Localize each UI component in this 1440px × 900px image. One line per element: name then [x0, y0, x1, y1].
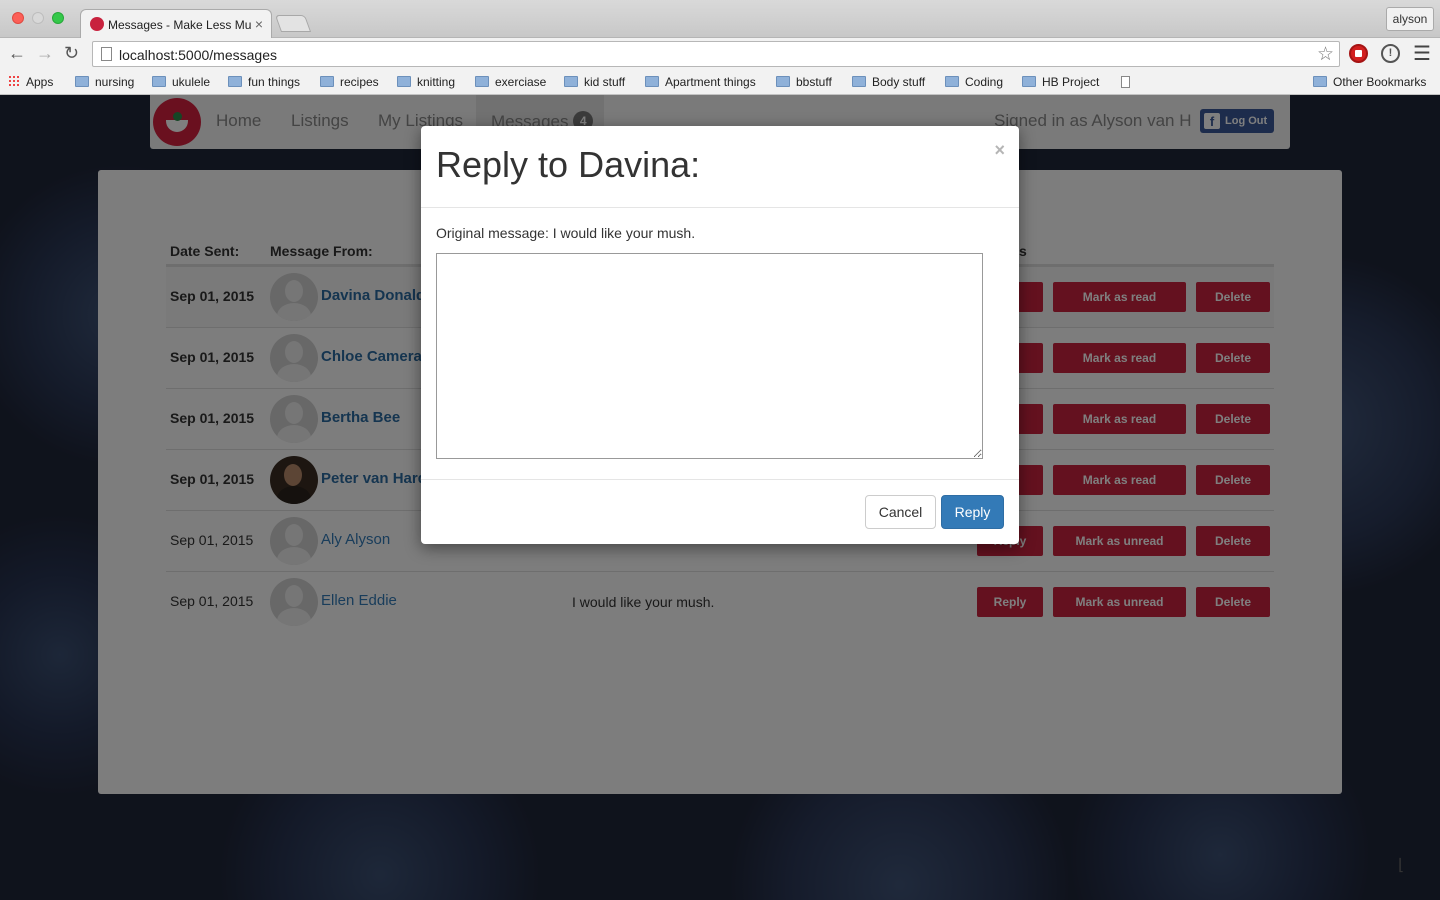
bookmark-label: knitting [417, 75, 456, 89]
other-bookmarks[interactable]: Other Bookmarks [1313, 75, 1426, 89]
bookmark-label: Other Bookmarks [1333, 75, 1427, 89]
extension-stop-icon[interactable] [1349, 44, 1368, 63]
bookmark-page[interactable] [1121, 75, 1130, 89]
bookmarks-bar: Apps nursing ukulele fun things recipes … [0, 70, 1440, 95]
browser-menu-icon[interactable]: ☰ [1413, 41, 1431, 66]
favicon-icon [90, 17, 104, 31]
bookmark-label: HB Project [1042, 75, 1100, 89]
bookmark-apps[interactable]: Apps [8, 75, 53, 89]
bookmark-star-icon[interactable]: ☆ [1317, 43, 1334, 66]
bookmark-label: kid stuff [584, 75, 626, 89]
bookmark-folder[interactable]: Body stuff [852, 75, 925, 89]
bookmark-folder[interactable]: exerciase [475, 75, 546, 89]
folder-icon [75, 76, 89, 87]
folder-icon [228, 76, 242, 87]
close-window-button[interactable] [12, 12, 24, 24]
reply-modal: Reply to Davina: × Original message: I w… [421, 126, 1019, 544]
url-text[interactable]: localhost:5000/messages [119, 47, 277, 63]
submit-reply-button[interactable]: Reply [941, 495, 1004, 529]
folder-icon [776, 76, 790, 87]
tab-title: Messages - Make Less Mu [108, 18, 252, 32]
bookmark-folder[interactable]: fun things [228, 75, 300, 89]
bookmark-label: Coding [965, 75, 1004, 89]
bookmark-label: nursing [95, 75, 135, 89]
bookmark-label: ukulele [172, 75, 211, 89]
maximize-window-button[interactable] [52, 12, 64, 24]
folder-icon [645, 76, 659, 87]
forward-arrow-icon[interactable]: → [36, 43, 54, 63]
address-bar[interactable]: localhost:5000/messages ☆ [92, 41, 1340, 67]
bookmark-folder[interactable]: knitting [397, 75, 455, 89]
modal-divider [421, 207, 1019, 208]
folder-icon [1313, 76, 1327, 87]
bookmark-folder[interactable]: kid stuff [564, 75, 625, 89]
bookmark-label: bbstuff [796, 75, 832, 89]
folder-icon [320, 76, 334, 87]
new-tab-button[interactable] [274, 15, 312, 32]
folder-icon [852, 76, 866, 87]
folder-icon [564, 76, 578, 87]
folder-icon [397, 76, 411, 87]
browser-tab-messages[interactable]: Messages - Make Less Mu × [80, 9, 272, 38]
browser-toolbar: ← → ↻ localhost:5000/messages ☆ ! ☰ [0, 38, 1440, 70]
bookmark-folder[interactable]: ukulele [152, 75, 210, 89]
folder-icon [152, 76, 166, 87]
apps-grid-icon [8, 75, 20, 87]
document-icon [1121, 76, 1130, 88]
modal-title: Reply to Davina: [436, 144, 701, 185]
back-arrow-icon[interactable]: ← [8, 43, 26, 63]
bookmark-label: fun things [248, 75, 301, 89]
bookmark-folder[interactable]: HB Project [1022, 75, 1099, 89]
bookmark-folder[interactable]: recipes [320, 75, 379, 89]
bookmark-label: recipes [340, 75, 379, 89]
modal-divider [421, 479, 1019, 480]
bookmark-folder[interactable]: nursing [75, 75, 134, 89]
minimize-window-button[interactable] [32, 12, 44, 24]
page-viewport: Home Listings My Listings Messages 4 Sig… [0, 95, 1440, 900]
folder-icon [475, 76, 489, 87]
bookmark-folder[interactable]: Coding [945, 75, 1003, 89]
bookmark-label: Body stuff [872, 75, 926, 89]
original-message-text: Original message: I would like your mush… [436, 225, 696, 241]
bookmark-label: Apartment things [665, 75, 756, 89]
close-icon[interactable]: × [994, 140, 1005, 161]
bookmark-label: Apps [26, 75, 54, 89]
tab-close-icon[interactable]: × [255, 16, 263, 32]
bookmark-folder[interactable]: Apartment things [645, 75, 756, 89]
profile-button[interactable]: alyson [1386, 7, 1434, 31]
page-icon [101, 47, 112, 61]
browser-chrome: Messages - Make Less Mu × alyson ← → ↻ l… [0, 0, 1440, 95]
reply-textarea[interactable] [436, 253, 983, 459]
folder-icon [945, 76, 959, 87]
bookmark-label: exerciase [495, 75, 547, 89]
bookmark-folder[interactable]: bbstuff [776, 75, 832, 89]
folder-icon [1022, 76, 1036, 87]
extension-password-icon[interactable]: ! [1381, 44, 1400, 63]
reload-icon[interactable]: ↻ [64, 43, 79, 63]
cancel-button[interactable]: Cancel [865, 495, 936, 529]
title-bar: Messages - Make Less Mu × alyson [0, 0, 1440, 38]
